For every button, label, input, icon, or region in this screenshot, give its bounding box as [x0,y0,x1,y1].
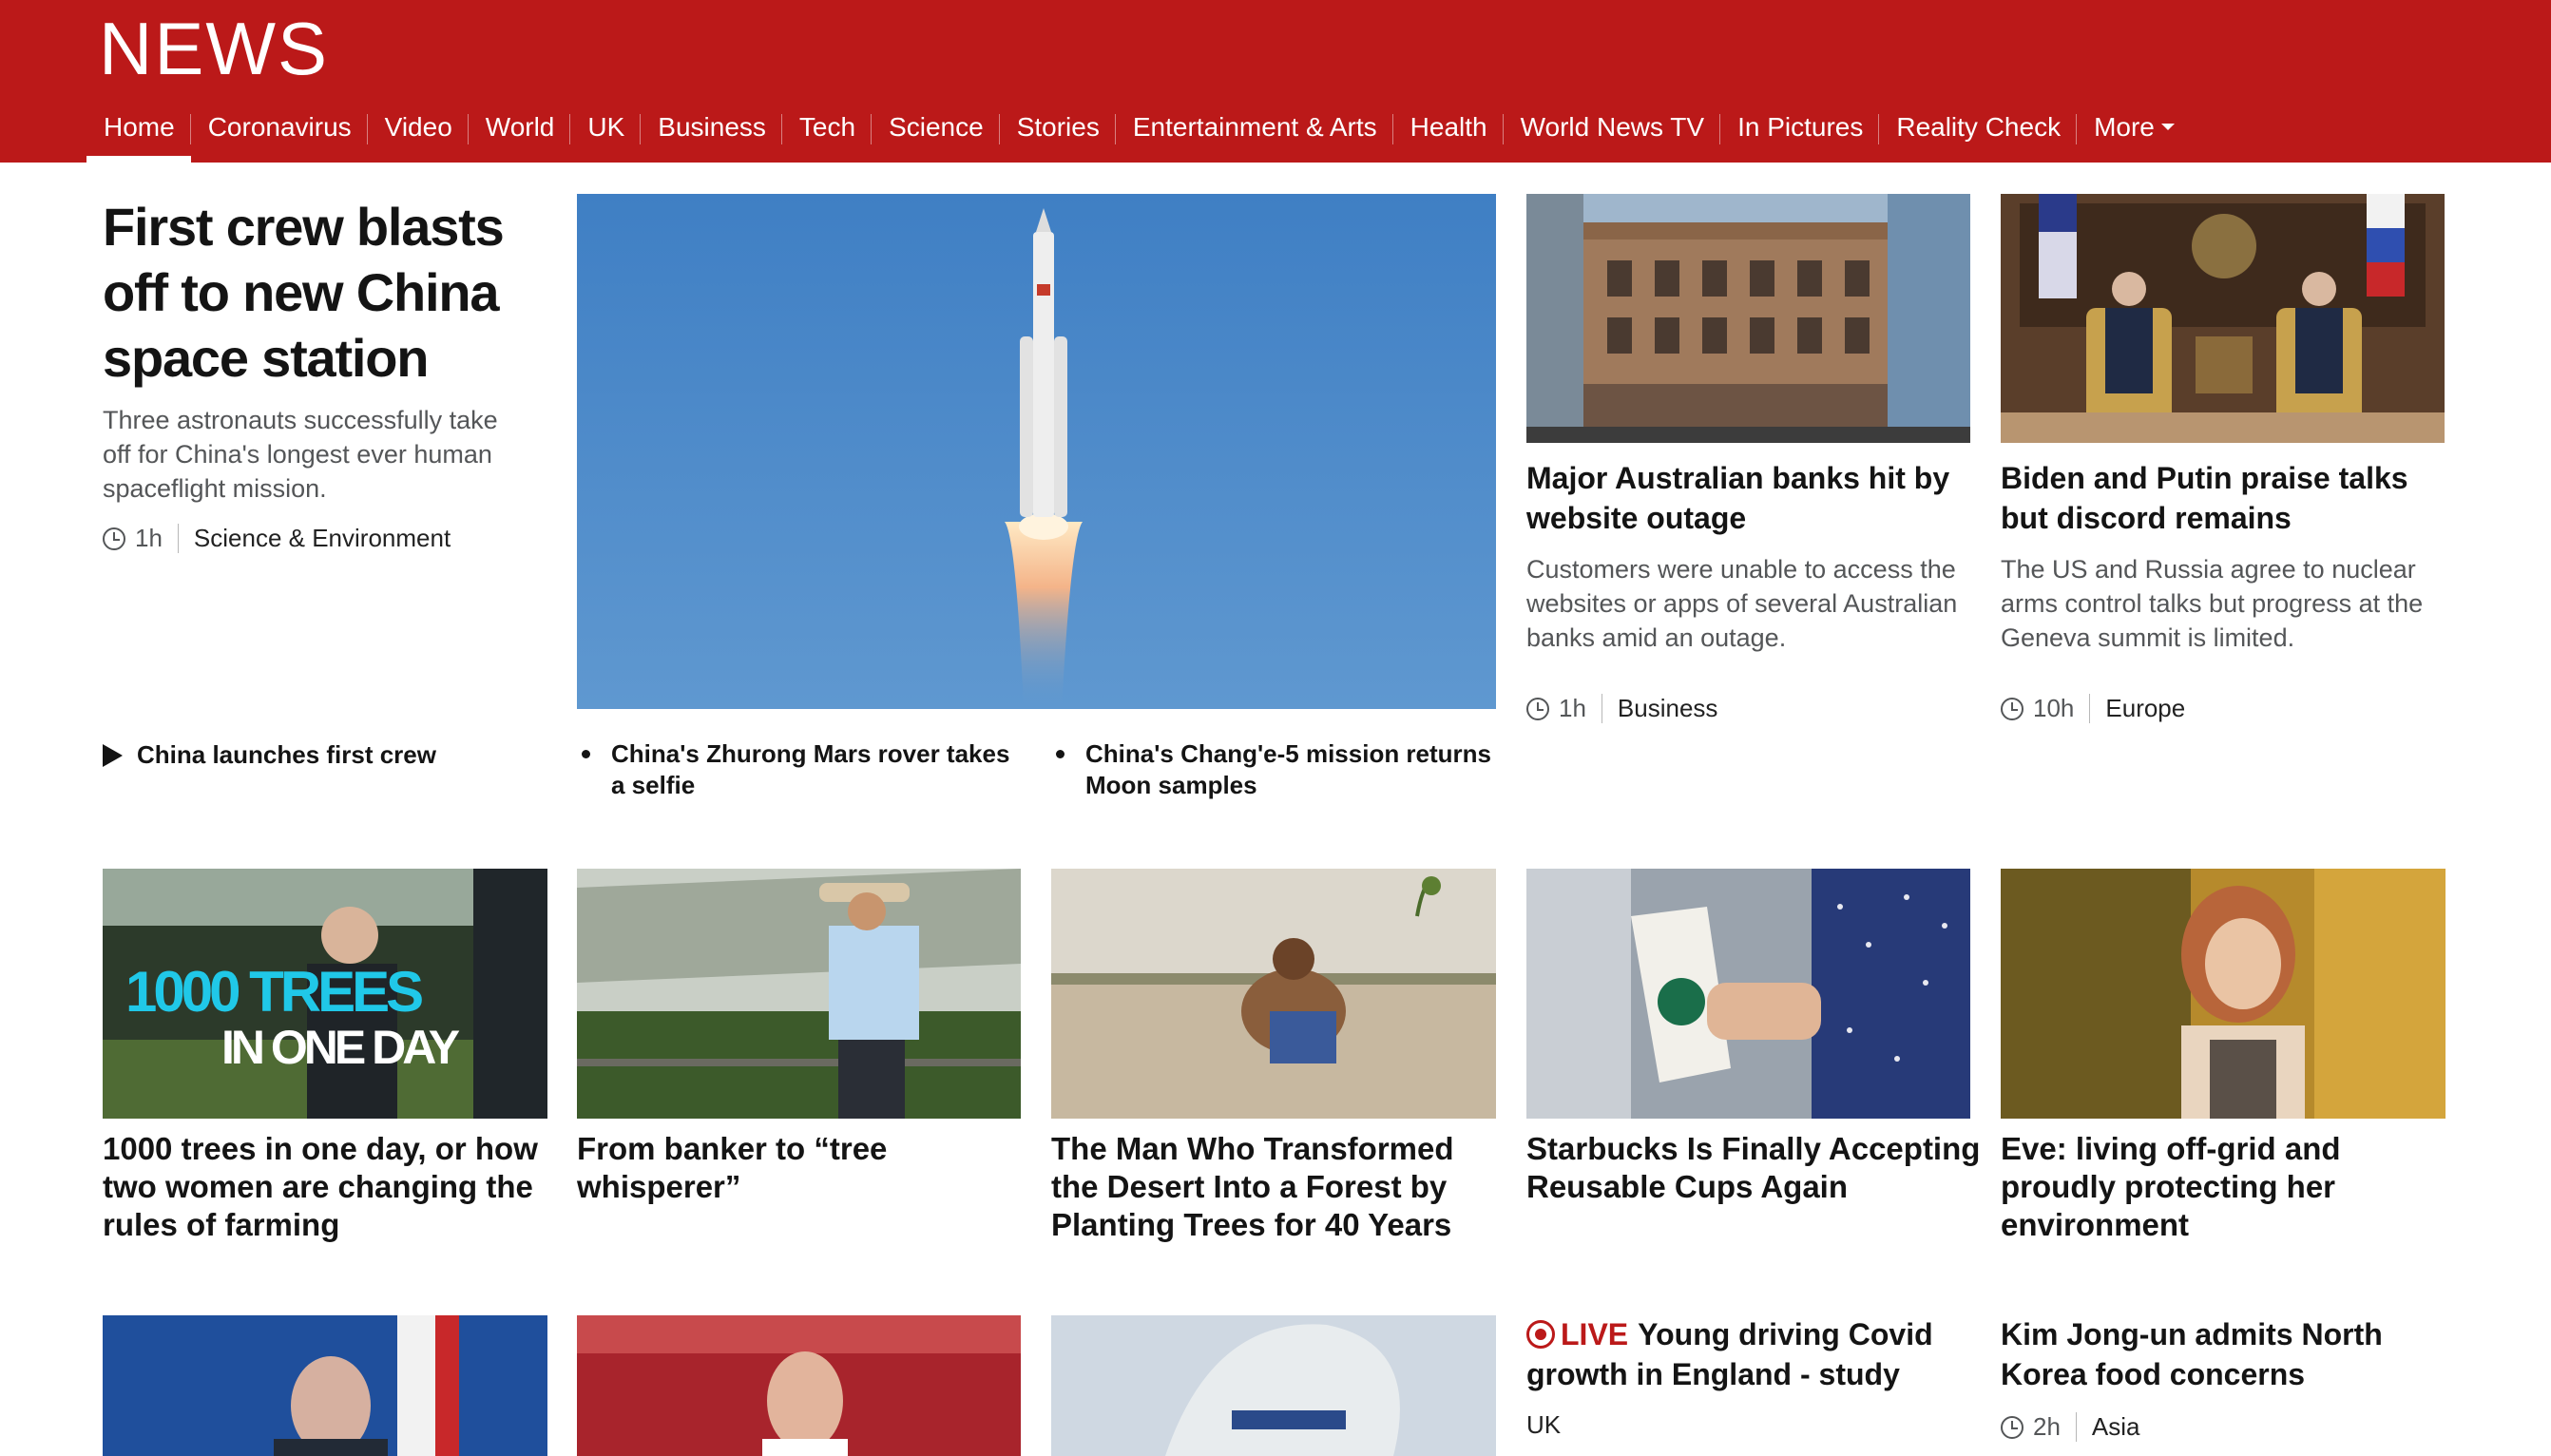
nav-video[interactable]: Video [368,101,469,163]
nav-tech[interactable]: Tech [782,101,873,163]
eve-portrait-image [2001,869,2446,1119]
clock-icon [2001,697,2024,720]
story-meta-kim: 2h Asia [2001,1412,2140,1442]
nav-home[interactable]: Home [86,101,191,163]
live-icon [1526,1320,1555,1349]
nav-coronavirus[interactable]: Coronavirus [191,101,368,163]
feature-headline-eve[interactable]: Eve: living off-grid and proudly protect… [2001,1130,2457,1244]
lead-section-link[interactable]: Science & Environment [194,524,451,553]
summit-image [2001,194,2445,443]
related-link-change5[interactable]: China's Chang'e-5 mission returns Moon s… [1085,738,1504,801]
greenhouse-image [577,869,1021,1119]
nav-science[interactable]: Science [872,101,1000,163]
related-link-mars-rover[interactable]: China's Zhurong Mars rover takes a selfi… [611,738,1029,801]
caret-down-icon [2160,124,2175,131]
live-story-link[interactable]: LIVE Young driving Covid growth in Englan… [1526,1314,1983,1394]
story-summary-biden-putin: The US and Russia agree to nuclear arms … [2001,555,2424,652]
video-overlay-line1: 1000 TREES [125,960,422,1024]
story-headline-biden-putin[interactable]: Biden and Putin praise talks but discord… [2001,458,2447,538]
live-section-link[interactable]: UK [1526,1410,1561,1440]
masthead: NEWS Home Coronavirus Video World UK Bus… [0,0,2551,163]
feature-image-desert-forest[interactable] [1051,869,1496,1119]
story-time-biden-putin: 10h [2033,694,2091,723]
rocket-image [577,194,1496,709]
nav-health[interactable]: Health [1393,101,1504,163]
nav-reality-check[interactable]: Reality Check [1879,101,2077,163]
lead-image-rocket[interactable] [577,194,1496,709]
story-headline-kim[interactable]: Kim Jong-un admits North Korea food conc… [2001,1314,2447,1394]
story-section-kim[interactable]: Asia [2092,1412,2140,1442]
play-icon [103,744,123,767]
bottom-image-football[interactable] [577,1315,1021,1456]
nav-more-label: More [2094,112,2155,142]
clock-icon [2001,1415,2024,1439]
feature-image-1000-trees[interactable]: 1000 TREES IN ONE DAY [103,869,547,1119]
lead-headline[interactable]: First crew blasts off to new China space… [103,194,521,391]
feature-image-starbucks[interactable] [1526,869,1970,1119]
lead-meta: 1h Science & Environment [103,524,451,553]
nav-world[interactable]: World [469,101,571,163]
nav-stories[interactable]: Stories [1000,101,1117,163]
story-meta-banks: 1h Business [1526,694,1717,723]
story-section-banks[interactable]: Business [1618,694,1718,723]
story-time-banks: 1h [1559,694,1602,723]
clock-icon [1526,697,1549,720]
story-image-biden-putin[interactable] [2001,194,2445,443]
live-meta: UK [1526,1410,1561,1440]
lead-summary: Three astronauts successfully take off f… [103,406,498,503]
story-image-bank-building[interactable] [1526,194,1970,443]
story-meta-biden-putin: 10h Europe [2001,694,2185,723]
story-time-kim: 2h [2033,1412,2077,1442]
story-headline-banks[interactable]: Major Australian banks hit by website ou… [1526,458,1973,538]
story-section-biden-putin[interactable]: Europe [2105,694,2185,723]
live-label: LIVE [1561,1317,1629,1351]
lead-time: 1h [135,524,179,553]
nav-business[interactable]: Business [641,101,782,163]
bottom-image-putin[interactable] [103,1315,547,1456]
nav-world-news-tv[interactable]: World News TV [1504,101,1721,163]
bank-building-image [1526,194,1970,443]
video-overlay-line2: IN ONE DAY [221,1021,460,1074]
feature-image-eve[interactable] [2001,869,2446,1119]
nav-in-pictures[interactable]: In Pictures [1720,101,1880,163]
feature-headline-desert-forest[interactable]: The Man Who Transformed the Desert Into … [1051,1130,1507,1244]
desert-planter-image [1051,869,1496,1119]
bullet-icon [1056,750,1065,758]
nav-uk[interactable]: UK [570,101,642,163]
lead-video-link[interactable]: China launches first crew [137,739,536,771]
balloon-image [1051,1315,1496,1456]
nav-entertainment-arts[interactable]: Entertainment & Arts [1116,101,1393,163]
feature-headline-starbucks[interactable]: Starbucks Is Finally Accepting Reusable … [1526,1130,1983,1206]
footballer-image [577,1315,1021,1456]
clock-icon [103,527,125,550]
bullet-icon [582,750,590,758]
reusable-cup-image [1526,869,1970,1119]
nav-more-button[interactable]: More [2077,101,2191,163]
feature-headline-1000-trees[interactable]: 1000 trees in one day, or how two women … [103,1130,559,1244]
feature-image-tree-whisperer[interactable] [577,869,1021,1119]
main-nav: Home Coronavirus Video World UK Business… [86,101,2191,163]
trees-video-image: 1000 TREES IN ONE DAY [103,869,547,1119]
putin-press-image [103,1315,547,1456]
bottom-image-balloon[interactable] [1051,1315,1496,1456]
news-logo[interactable]: NEWS [99,6,329,91]
feature-headline-tree-whisperer[interactable]: From banker to “tree whisperer” [577,1130,1033,1206]
story-summary-banks: Customers were unable to access the webs… [1526,555,1958,652]
